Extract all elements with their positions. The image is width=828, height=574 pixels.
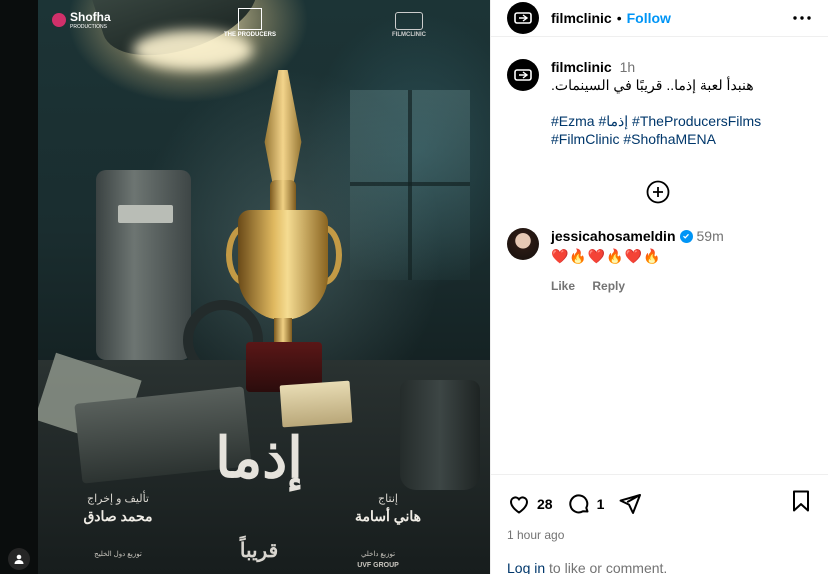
more-options-icon[interactable] bbox=[790, 6, 814, 30]
movie-poster-image: Shofha PRODUCTIONS THE PRODUCERS FILMCLI… bbox=[38, 0, 490, 574]
poster-title: إذما bbox=[215, 425, 303, 491]
shofha-logo-sub: PRODUCTIONS bbox=[70, 24, 107, 30]
share-action[interactable] bbox=[618, 492, 642, 516]
post-sidebar: filmclinic • Follow filmclinic 1h هنبدأ … bbox=[490, 0, 828, 574]
trophy-figure bbox=[264, 70, 302, 190]
separator-dot: • bbox=[616, 10, 622, 26]
save-action[interactable] bbox=[789, 489, 813, 518]
filmclinic-logo-icon bbox=[514, 69, 532, 81]
comment-count[interactable]: 1 bbox=[597, 496, 605, 512]
producers-logo-text: THE PRODUCERS bbox=[224, 32, 277, 38]
post-caption: filmclinic 1h هنبدأ لعبة إذما.. قريبًا ف… bbox=[491, 37, 828, 148]
poster-camera bbox=[96, 170, 191, 360]
shofha-logo-icon bbox=[52, 13, 66, 27]
comment-text: ❤️🔥❤️🔥❤️🔥 bbox=[551, 248, 662, 264]
media-left-strip bbox=[0, 0, 38, 574]
poster-camera-label bbox=[118, 205, 173, 223]
credit-writer-head: تأليف و إخراج bbox=[87, 493, 149, 505]
posted-time: 1 hour ago bbox=[507, 528, 565, 542]
hashtags-line-2[interactable]: #FilmClinic #ShofhaMENA bbox=[551, 130, 811, 148]
caption-text: هنبدأ لعبة إذما.. قريبًا في السينمات. bbox=[551, 77, 754, 93]
poster-window bbox=[350, 90, 470, 280]
post-actions: 28 1 1 hour ago bbox=[491, 474, 828, 542]
filmclinic-poster-logo-text: FILMCLINIC bbox=[392, 32, 426, 38]
distribution-local: توزيع داخلي bbox=[360, 551, 396, 558]
poster-coming-soon: قريباً bbox=[239, 540, 279, 562]
poster-mug bbox=[400, 380, 480, 490]
caption-username[interactable]: filmclinic bbox=[551, 59, 612, 75]
caption-avatar[interactable] bbox=[507, 59, 539, 91]
login-link[interactable]: Log in bbox=[507, 560, 545, 574]
shofha-logo-text: Shofha bbox=[70, 10, 111, 24]
load-more-comments-icon[interactable] bbox=[646, 180, 670, 204]
comment-action[interactable]: 1 bbox=[567, 492, 605, 516]
heart-icon[interactable] bbox=[507, 492, 531, 516]
comment-reply-button[interactable]: Reply bbox=[592, 279, 625, 293]
account-username[interactable]: filmclinic bbox=[551, 10, 612, 26]
producers-logo-icon bbox=[238, 8, 262, 30]
like-action[interactable]: 28 bbox=[507, 492, 553, 516]
commenter-avatar[interactable] bbox=[507, 228, 539, 260]
producers-logo: THE PRODUCERS bbox=[224, 8, 276, 38]
post-header: filmclinic • Follow bbox=[491, 0, 828, 37]
comment-icon[interactable] bbox=[567, 492, 591, 516]
follow-button[interactable]: Follow bbox=[627, 10, 671, 26]
caption-time: 1h bbox=[619, 59, 636, 75]
credit-producer-name: هاني أسامة bbox=[355, 508, 421, 524]
filmclinic-logo-icon bbox=[514, 12, 532, 24]
credit-producer-head: إنتاج bbox=[378, 493, 398, 505]
tagged-users-icon[interactable] bbox=[8, 548, 30, 570]
caption-hashtags: #Ezma #إذما #TheProducersFilms #FilmClin… bbox=[551, 112, 811, 148]
post-media[interactable]: Shofha PRODUCTIONS THE PRODUCERS FILMCLI… bbox=[0, 0, 490, 574]
comment-item: jessicahosameldin 59m ❤️🔥❤️🔥❤️🔥 Like Rep… bbox=[507, 228, 724, 293]
commenter-username[interactable]: jessicahosameldin bbox=[551, 228, 676, 244]
trophy-cup bbox=[238, 210, 328, 320]
login-prompt: Log in to like or comment. bbox=[507, 560, 667, 574]
shofha-logo: Shofha PRODUCTIONS bbox=[52, 10, 111, 30]
filmclinic-poster-logo: FILMCLINIC bbox=[392, 12, 426, 38]
distribution-local-company: UVF GROUP bbox=[357, 562, 399, 569]
hashtags-line-1[interactable]: #Ezma #إذما #TheProducersFilms bbox=[551, 112, 811, 130]
login-prompt-text: to like or comment. bbox=[545, 560, 668, 574]
comment-time: 59m bbox=[696, 228, 724, 244]
distribution-gulf: توزيع دول الخليج bbox=[94, 551, 142, 558]
verified-badge-icon bbox=[679, 229, 693, 243]
credit-writer-name: محمد صادق bbox=[83, 508, 153, 524]
like-count[interactable]: 28 bbox=[537, 496, 553, 512]
bookmark-icon[interactable] bbox=[789, 489, 813, 513]
filmclinic-poster-logo-icon bbox=[395, 12, 423, 30]
account-avatar[interactable] bbox=[507, 2, 539, 34]
comment-like-button[interactable]: Like bbox=[551, 279, 575, 293]
share-icon[interactable] bbox=[618, 492, 642, 516]
trophy-plaque bbox=[279, 380, 353, 428]
